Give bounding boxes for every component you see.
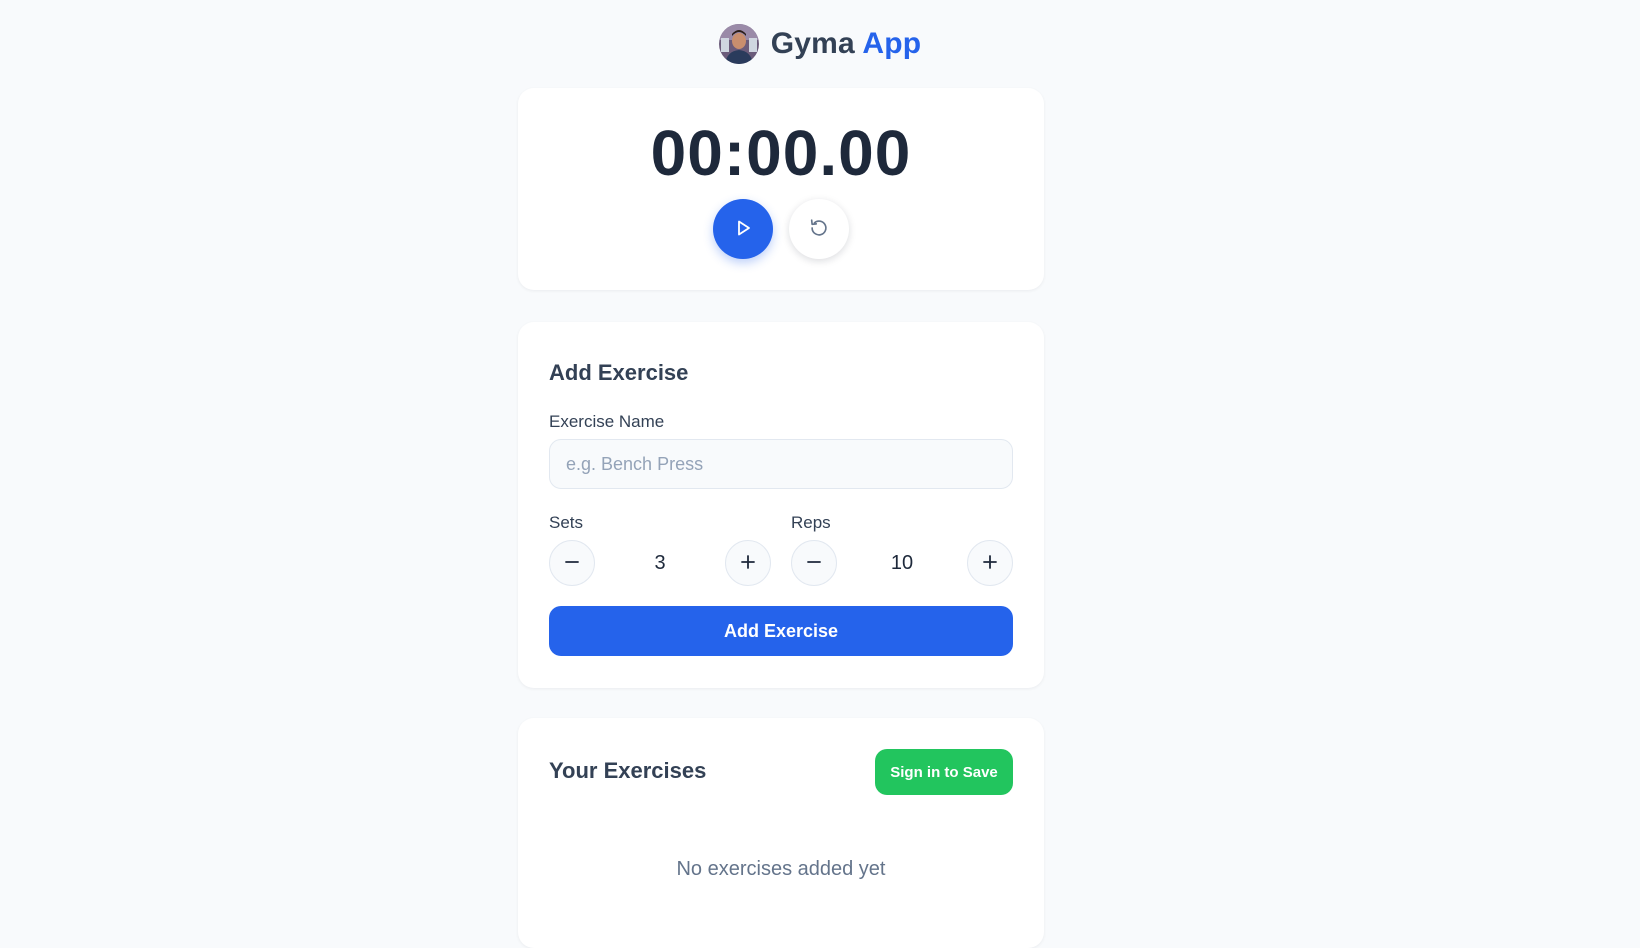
play-icon [733, 218, 753, 241]
sets-label: Sets [549, 513, 584, 532]
play-button[interactable] [713, 199, 773, 259]
reset-button[interactable] [789, 199, 849, 259]
reps-label: Reps [791, 513, 831, 532]
reset-icon [808, 217, 830, 242]
app-header: Gyma App [0, 24, 1640, 64]
timer-display: 00:00.00 [650, 117, 912, 189]
app-logo-avatar [718, 24, 759, 64]
reps-stepper: 10 [791, 540, 1013, 586]
timer-controls [518, 199, 1044, 259]
exercises-title: Your Exercises [549, 758, 707, 783]
exercise-name-input[interactable] [549, 439, 1013, 489]
reps-decrement-button[interactable] [791, 540, 837, 586]
exercises-card: Your Exercises Sign in to Save No exerci… [518, 718, 1044, 948]
plus-icon [982, 554, 998, 573]
add-exercise-title: Add Exercise [549, 360, 689, 385]
reps-value: 10 [890, 551, 914, 574]
reps-increment-button[interactable] [967, 540, 1013, 586]
minus-icon [564, 554, 580, 573]
timer-card: 00:00.00 [518, 88, 1044, 290]
exercise-name-label: Exercise Name [549, 412, 665, 431]
add-exercise-card: Add Exercise Exercise Name Sets Reps 3 1… [518, 322, 1044, 688]
sign-in-to-save-button[interactable]: Sign in to Save [875, 749, 1013, 795]
app-title-accent: App [862, 27, 922, 60]
empty-state-text: No exercises added yet [676, 858, 886, 880]
sets-decrement-button[interactable] [549, 540, 595, 586]
app-title-main: Gyma [770, 27, 855, 60]
sets-value: 3 [654, 551, 666, 574]
plus-icon [740, 554, 756, 573]
minus-icon [806, 554, 822, 573]
sets-stepper: 3 [549, 540, 771, 586]
app-title: Gyma App [771, 27, 922, 61]
add-exercise-button[interactable]: Add Exercise [549, 606, 1013, 656]
sets-increment-button[interactable] [725, 540, 771, 586]
